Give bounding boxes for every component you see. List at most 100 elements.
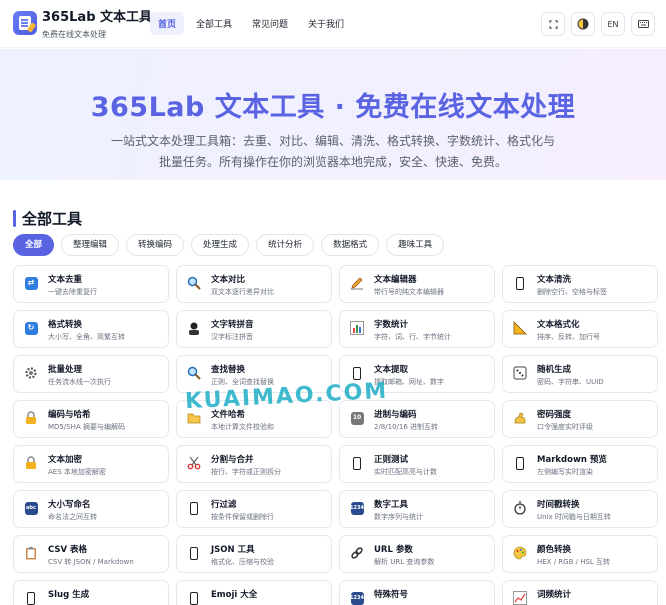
tool-card[interactable]: 编码与哈希 MD5/SHA 摘要与编解码 (13, 400, 169, 438)
tool-description: MD5/SHA 摘要与编解码 (48, 423, 125, 431)
tool-card[interactable]: 词频统计 (502, 580, 658, 605)
tool-description: 格式化、压缩与校验 (211, 558, 274, 566)
nav-faq[interactable]: 常见问题 (244, 12, 296, 35)
tool-card[interactable]: abc 大小写命名 命名法之间互转 (13, 490, 169, 528)
app-logo-icon[interactable] (13, 11, 37, 35)
tool-description: 带行号的纯文本编辑器 (374, 288, 444, 296)
nav-all-tools[interactable]: 全部工具 (188, 12, 240, 35)
brand[interactable]: 365Lab 文本工具 免费在线文本处理 (42, 10, 152, 40)
phone-icon (24, 591, 38, 605)
tool-title: 文本格式化 (537, 320, 580, 330)
fullscreen-icon (548, 19, 558, 29)
tool-description: 任务流水线一次执行 (48, 378, 111, 386)
hero-description: 一站式文本处理工具箱：去重、对比、编辑、清洗、格式转换、字数统计、格式化与批量任… (110, 134, 555, 169)
theme-toggle-button[interactable] (571, 12, 595, 36)
filter-all[interactable]: 全部 (13, 234, 55, 256)
keyboard-icon (637, 20, 649, 28)
tool-card[interactable]: Markdown 预览 左侧编写实时渲染 (502, 445, 658, 483)
tool-card[interactable]: URL 参数 解析 URL 查询参数 (339, 535, 495, 573)
tool-title: 编码与哈希 (48, 410, 91, 420)
lock-icon (24, 456, 38, 470)
tool-card[interactable]: 随机生成密码、字符串、UUID (502, 355, 658, 393)
phone-icon (187, 546, 201, 560)
tool-description: Unix 时间戳与日期互转 (537, 513, 611, 521)
hero-title: 365Lab 文本工具 · 免费在线文本处理 (90, 92, 576, 123)
section-accent-bar (13, 210, 16, 227)
tool-card[interactable]: 时间戳转换 Unix 时间戳与日期互转 (502, 490, 658, 528)
tool-description: 字符、词、行、字节统计 (374, 333, 451, 341)
tool-title: 行过滤 (211, 500, 237, 510)
tool-title: 数字工具 (374, 500, 409, 510)
tool-description: 汉字标注拼音 (211, 333, 253, 341)
tool-card[interactable]: Slug 生成 (13, 580, 169, 605)
filter-process[interactable]: 处理生成 (191, 234, 250, 256)
tool-card[interactable]: 文本编辑器带行号的纯文本编辑器 (339, 265, 495, 303)
tool-title: 特殊符号 (374, 590, 409, 600)
tool-card[interactable]: 1234 数字工具 数字序列与统计 (339, 490, 495, 528)
brand-subtitle: 免费在线文本处理 (42, 30, 106, 39)
tool-card[interactable]: 分割与合并 按行、字符或正则拆分 (176, 445, 332, 483)
tool-card[interactable]: 文本加密 AES 本地加密解密 (13, 445, 169, 483)
scissors-icon (187, 456, 201, 470)
tool-card[interactable]: 文本清洗 删除空行、空格与标签 (502, 265, 658, 303)
tool-card[interactable]: 行过滤 按条件保留或删除行 (176, 490, 332, 528)
fullscreen-button[interactable] (541, 12, 565, 36)
tool-title: Slug 生成 (48, 590, 90, 600)
tool-card[interactable]: 文本对比双文本逐行差异对比 (176, 265, 332, 303)
tool-card[interactable]: JSON 工具 格式化、压缩与校验 (176, 535, 332, 573)
dice-icon (513, 366, 527, 380)
tool-card[interactable]: 批量处理 任务流水线一次执行 (13, 355, 169, 393)
tool-title: Emoji 大全 (211, 590, 258, 600)
tool-description: 解析 URL 查询参数 (374, 558, 435, 566)
tool-card[interactable]: CSV 表格 CSV 转 JSON / Markdown (13, 535, 169, 573)
tool-description: 实时匹配高亮与计数 (374, 468, 437, 476)
phone-icon (187, 501, 201, 515)
tool-description: 大小写、全角、简繁互转 (48, 333, 125, 341)
language-button[interactable]: EN (601, 12, 625, 36)
tool-title: 文本提取 (374, 365, 409, 375)
nav-about[interactable]: 关于我们 (300, 12, 352, 35)
tool-card[interactable]: 字数统计字符、词、行、字节统计 (339, 310, 495, 348)
bar-chart-icon (350, 321, 364, 335)
tool-card[interactable]: Emoji 大全 (176, 580, 332, 605)
tool-title: 字数统计 (374, 320, 409, 330)
keyboard-button[interactable] (631, 12, 655, 36)
filter-convert[interactable]: 转换编码 (126, 234, 185, 256)
tool-card[interactable]: ⇄ 文本去重 一键去除重复行 (13, 265, 169, 303)
filter-edit[interactable]: 整理编辑 (61, 234, 120, 256)
nav-home[interactable]: 首页 (150, 12, 185, 35)
number-icon: 10 (350, 411, 364, 425)
tool-card[interactable]: 文字转拼音 汉字标注拼音 (176, 310, 332, 348)
tool-description: 排序、反转、加行号 (537, 333, 600, 341)
tool-description: 命名法之间互转 (48, 513, 97, 521)
tool-title: 时间戳转换 (537, 500, 580, 510)
repeat-icon: ⇄ (24, 276, 38, 290)
tool-card[interactable]: 颜色转换 HEX / RGB / HSL 互转 (502, 535, 658, 573)
tool-description: 2/8/10/16 进制互转 (374, 423, 439, 431)
lock-icon (24, 411, 38, 425)
phone-icon (513, 276, 527, 290)
tool-description: 双文本逐行差异对比 (211, 288, 274, 296)
filter-fun[interactable]: 趣味工具 (386, 234, 445, 256)
tool-card[interactable]: 正则测试实时匹配高亮与计数 (339, 445, 495, 483)
theme-toggle-icon (577, 18, 589, 30)
tool-description: 密码、字符串、UUID (537, 378, 604, 386)
tool-title: 文本编辑器 (374, 275, 417, 285)
tool-card[interactable]: 密码强度 口令强度实时评级 (502, 400, 658, 438)
tool-title: 正则测试 (374, 455, 409, 465)
tool-title: 随机生成 (537, 365, 572, 375)
brand-title: 365Lab 文本工具 (42, 10, 153, 25)
phone-icon (513, 456, 527, 470)
palette-icon (513, 546, 527, 560)
tool-card[interactable]: 10 进制与编码 2/8/10/16 进制互转 (339, 400, 495, 438)
filter-stats[interactable]: 统计分析 (256, 234, 315, 256)
pencil-icon (350, 276, 364, 290)
tool-card[interactable]: 1234 特殊符号 (339, 580, 495, 605)
filter-data[interactable]: 数据格式 (321, 234, 380, 256)
tool-description: 左侧编写实时渲染 (537, 468, 593, 476)
tool-title: 文本去重 (48, 275, 83, 285)
tool-title: 文本对比 (211, 275, 246, 285)
tool-card[interactable]: ↻ 格式转换 大小写、全角、简繁互转 (13, 310, 169, 348)
tool-card[interactable]: 文本格式化排序、反转、加行号 (502, 310, 658, 348)
muscle-icon (513, 411, 527, 425)
